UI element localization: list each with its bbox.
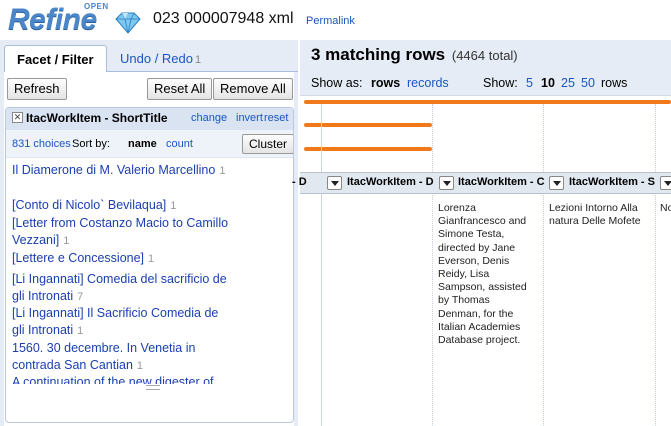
facet-choice[interactable]: [Li Ingannati] Il Sacrificio Comedia de … bbox=[12, 305, 232, 340]
tab-undo-redo[interactable]: Undo / Redo 1 bbox=[108, 45, 213, 72]
show-as-rows[interactable]: rows bbox=[371, 76, 400, 90]
facet-choice[interactable]: [Letter from Costanzo Macio to Camillo V… bbox=[12, 215, 232, 250]
tab-facet-filter-label: Facet / Filter bbox=[17, 52, 94, 67]
column-menu-dropdown-icon[interactable] bbox=[327, 176, 342, 190]
table-cell[interactable]: No bbox=[660, 202, 671, 215]
column-header-row: - D ItacWorkItem - D ItacWorkItem - C It… bbox=[292, 172, 671, 194]
page-size-25[interactable]: 25 bbox=[561, 76, 575, 90]
choices-count[interactable]: 831 choices bbox=[12, 138, 71, 150]
facet-title: ItacWorkItem - ShortTitle bbox=[26, 111, 168, 125]
column-header-label: ItacWorkItem - D bbox=[347, 176, 434, 188]
facet-panel: Refresh Reset All Remove All ✕ ItacWorkI… bbox=[4, 72, 294, 426]
facet-choice[interactable]: A continuation of the new digester of bbox=[12, 374, 232, 384]
column-group-bar[interactable] bbox=[304, 123, 432, 127]
facet-choice[interactable]: [Li Ingannati] Comedia del sacrificio de… bbox=[12, 271, 232, 306]
total-rows: (4464 total) bbox=[451, 48, 518, 63]
matching-rows-summary: 3 matching rows (4464 total) bbox=[311, 45, 518, 65]
sort-by-label: Sort by: bbox=[72, 138, 110, 150]
page-size-10[interactable]: 10 bbox=[541, 76, 555, 90]
show-as-records-link[interactable]: records bbox=[407, 76, 449, 90]
facet-change-link[interactable]: change bbox=[191, 112, 227, 124]
facet-title-bar: ✕ ItacWorkItem - ShortTitle change inver… bbox=[6, 108, 293, 130]
facet-choice-count: 1 bbox=[170, 200, 177, 212]
column-divider bbox=[432, 104, 433, 426]
logo-open-label: OPEN bbox=[84, 2, 109, 11]
close-icon[interactable]: ✕ bbox=[12, 112, 23, 123]
column-divider bbox=[321, 104, 322, 426]
facet-invert-link[interactable]: invert bbox=[236, 112, 263, 124]
reset-all-button[interactable]: Reset All bbox=[147, 78, 213, 100]
facet-choice-count: 1 bbox=[63, 235, 70, 247]
facet-choice-count: 1 bbox=[148, 253, 155, 265]
grip-icon bbox=[146, 385, 160, 390]
facet-choice-label[interactable]: 1560. 30 decembre. In Venetia in contrad… bbox=[12, 341, 195, 372]
facet-choice-label[interactable]: [Li Ingannati] Il Sacrificio Comedia de … bbox=[12, 306, 218, 337]
matching-rows-count: 3 matching rows bbox=[311, 45, 446, 64]
facet-choice-count: 7 bbox=[77, 291, 84, 303]
facet-choice-count: 1 bbox=[77, 325, 84, 337]
left-panel: Facet / Filter Undo / Redo 1 Refresh Rese… bbox=[0, 40, 298, 426]
facet-choice-label[interactable]: [Conto di Nicolo` Bevilaqua] bbox=[12, 198, 166, 212]
page-size-label: Show: bbox=[483, 76, 518, 90]
facet-choice-label[interactable]: [Li Ingannati] Comedia del sacrificio de… bbox=[12, 272, 227, 303]
facet-choices-list: Il Diamerone di M. Valerio Marcellino 1 [… bbox=[6, 160, 293, 384]
refresh-button[interactable]: Refresh bbox=[7, 78, 67, 100]
page-size-5[interactable]: 5 bbox=[526, 76, 533, 90]
cluster-button[interactable]: Cluster bbox=[242, 134, 293, 154]
summary-bar: 3 matching rows (4464 total) bbox=[300, 40, 671, 70]
column-group-bar[interactable] bbox=[304, 147, 432, 151]
diamond-icon bbox=[115, 12, 141, 34]
tab-undo-redo-label: Undo / Redo bbox=[120, 51, 193, 66]
column-menu-dropdown-icon[interactable] bbox=[439, 176, 454, 190]
openrefine-logo[interactable]: Refine OPEN bbox=[8, 2, 141, 38]
column-divider bbox=[655, 104, 656, 426]
column-header-label: - D bbox=[292, 176, 307, 188]
view-options-bar: Show as: rows records Show: 5 10 25 50 r… bbox=[300, 70, 671, 96]
sort-by-count-link[interactable]: count bbox=[166, 138, 193, 150]
sort-by-name[interactable]: name bbox=[128, 138, 157, 150]
facet-reset-link[interactable]: reset bbox=[264, 112, 288, 124]
facet-controls: 831 choices Sort by: name count Cluster bbox=[6, 130, 293, 158]
permalink-link[interactable]: Permalink bbox=[306, 15, 355, 27]
column-divider bbox=[543, 104, 544, 426]
show-as-label: Show as: bbox=[311, 76, 363, 90]
facet-choice-count: 1 bbox=[136, 360, 144, 372]
rows-suffix-label: rows bbox=[601, 76, 628, 90]
facet-choice[interactable]: 1560. 30 decembre. In Venetia in contrad… bbox=[12, 340, 232, 375]
text-facet: ✕ ItacWorkItem - ShortTitle change inver… bbox=[5, 107, 294, 423]
facet-choice[interactable]: Il Diamerone di M. Valerio Marcellino 1 bbox=[12, 162, 232, 180]
column-menu-dropdown-icon[interactable] bbox=[660, 176, 671, 190]
facet-choice-label[interactable]: [Lettere e Concessione] bbox=[12, 251, 144, 265]
project-name[interactable]: 023 000007948 xml bbox=[153, 10, 294, 28]
column-menu-dropdown-icon[interactable] bbox=[549, 176, 564, 190]
tab-facet-filter[interactable]: Facet / Filter bbox=[4, 45, 107, 72]
page-size-50[interactable]: 50 bbox=[581, 76, 595, 90]
data-table-panel: 3 matching rows (4464 total) Show as: ro… bbox=[292, 40, 671, 426]
facet-choice-count: 1 bbox=[219, 165, 226, 177]
facet-choice-label[interactable]: A continuation of the new digester of bbox=[12, 375, 214, 384]
column-header-label: ItacWorkItem - S bbox=[569, 176, 655, 188]
facet-resize-handle[interactable] bbox=[6, 384, 293, 392]
facet-choice-label[interactable]: [Letter from Costanzo Macio to Camillo V… bbox=[12, 216, 228, 247]
remove-all-button[interactable]: Remove All bbox=[213, 78, 293, 100]
app-header: Refine OPEN 023 000007948 xml Permalink bbox=[0, 0, 671, 40]
facet-choice[interactable]: [Lettere e Concessione] 1 bbox=[12, 250, 232, 268]
facet-choice[interactable]: [Conto di Nicolo` Bevilaqua] 1 bbox=[12, 197, 232, 215]
table-cell[interactable]: Lorenza Gianfrancesco and Simone Testa, … bbox=[438, 202, 542, 347]
left-tabs: Facet / Filter Undo / Redo 1 bbox=[4, 42, 298, 72]
column-header-label: ItacWorkItem - C bbox=[458, 176, 545, 188]
facet-choice-label[interactable]: Il Diamerone di M. Valerio Marcellino bbox=[12, 163, 215, 177]
undo-redo-count: 1 bbox=[195, 54, 202, 66]
column-group-bar[interactable] bbox=[304, 100, 671, 104]
table-cell[interactable]: Lezioni Intorno Alla natura Delle Mofete bbox=[549, 202, 653, 228]
